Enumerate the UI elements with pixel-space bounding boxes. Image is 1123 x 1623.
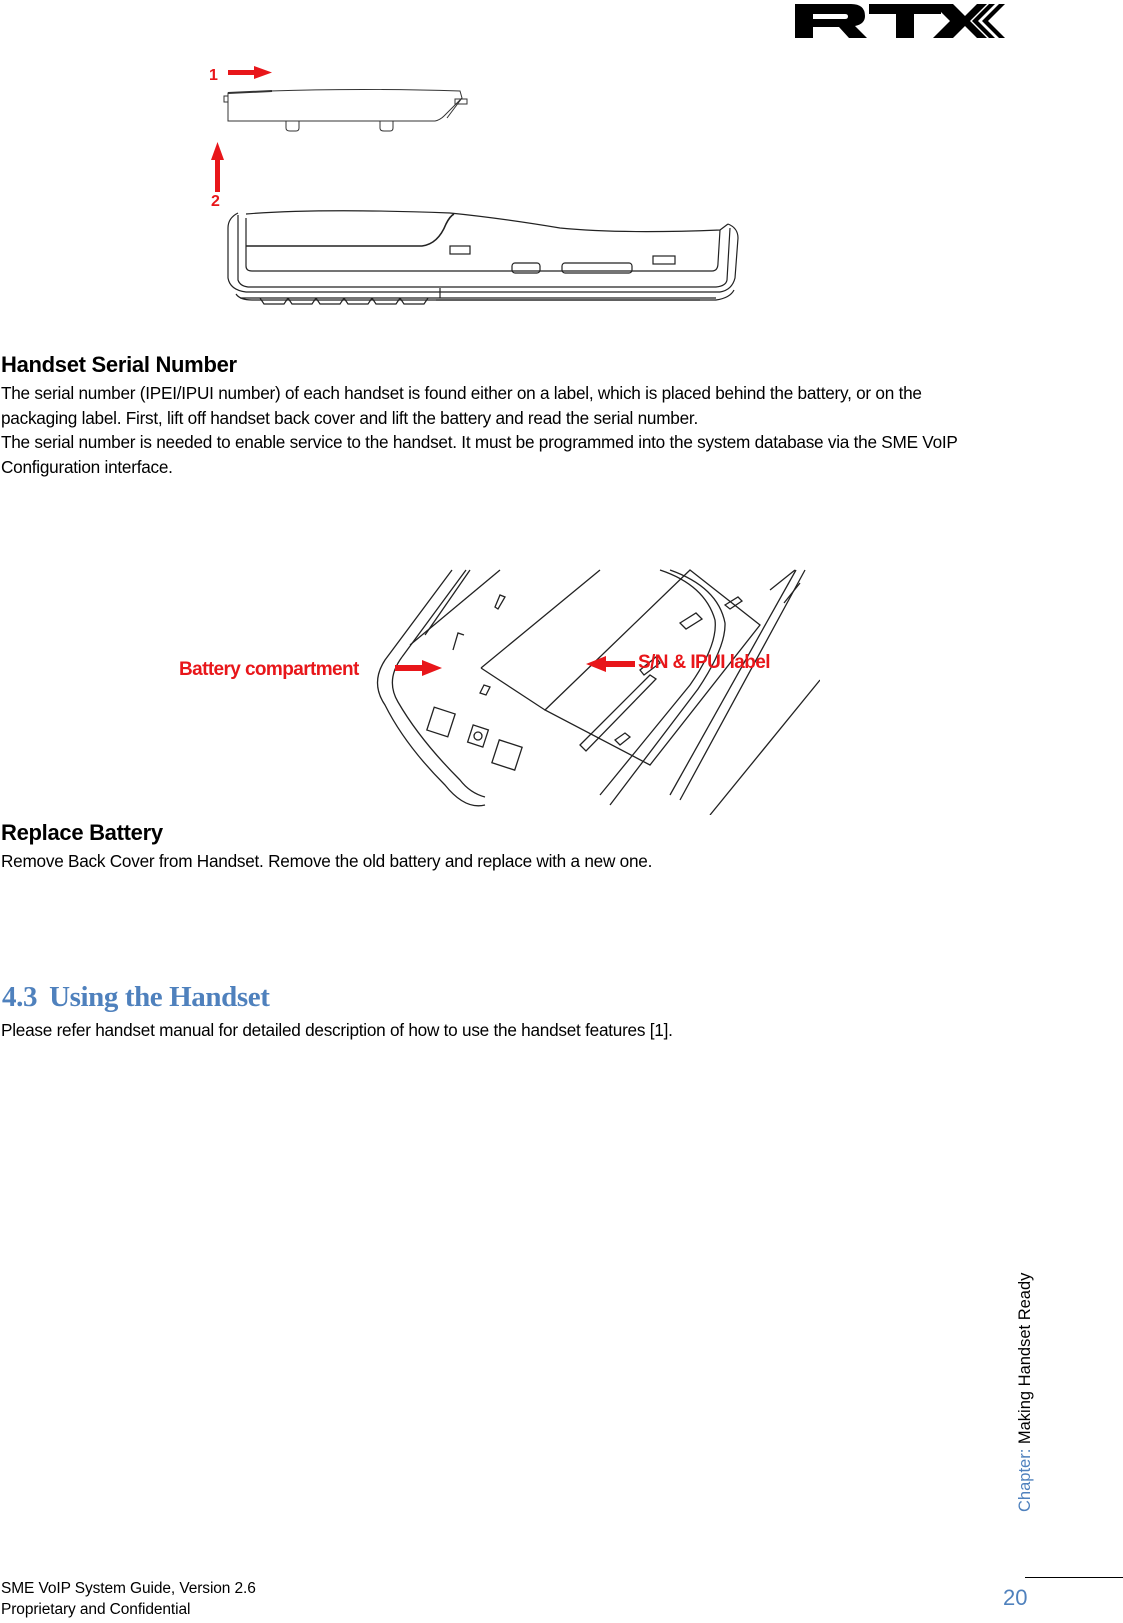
logo-letter-x bbox=[933, 4, 987, 38]
battery-compartment-label: Battery compartment bbox=[179, 659, 359, 680]
footer: SME VoIP System Guide, Version 2.6 Propr… bbox=[1, 1578, 256, 1620]
handset-side-view-drawing: 1 2 bbox=[209, 66, 739, 305]
handset-body-drawing bbox=[227, 210, 739, 305]
chapter-label: Chapter: bbox=[1016, 1448, 1034, 1512]
paragraph: The serial number (IPEI/IPUI number) of … bbox=[1, 383, 922, 428]
paragraph: Please refer handset manual for detailed… bbox=[1, 1020, 673, 1040]
arrow-up-icon bbox=[211, 142, 224, 192]
heading-handset-serial-number: Handset Serial Number bbox=[1, 352, 237, 377]
section-title: Using the Handset bbox=[49, 981, 270, 1013]
battery-compartment-drawing bbox=[376, 569, 821, 816]
logo-letter-t bbox=[869, 4, 941, 38]
back-cover-drawing bbox=[223, 89, 468, 132]
step-1-label: 1 bbox=[209, 67, 218, 84]
figure-cover-removal: 1 2 bbox=[200, 58, 760, 310]
using-handset-description: Please refer handset manual for detailed… bbox=[1, 1018, 991, 1043]
section-heading-4-3: 4.3 Using the Handset bbox=[2, 981, 270, 1014]
paragraph: Remove Back Cover from Handset. Remove t… bbox=[1, 851, 653, 871]
arrow-right-icon bbox=[395, 660, 442, 676]
footer-divider bbox=[1025, 1577, 1123, 1578]
serial-number-description: The serial number (IPEI/IPUI number) of … bbox=[1, 381, 991, 479]
heading-replace-battery: Replace Battery bbox=[1, 820, 163, 845]
footer-document-title: SME VoIP System Guide, Version 2.6 bbox=[1, 1580, 256, 1597]
section-number: 4.3 bbox=[2, 981, 38, 1013]
chapter-side-label: Chapter: Making Handset Ready bbox=[1016, 1273, 1035, 1512]
arrow-left-icon bbox=[586, 656, 635, 672]
logo-letter-r bbox=[795, 4, 867, 38]
rtx-logo: RTX bbox=[795, 4, 1005, 38]
sn-ipui-label: S/N & IPUI label bbox=[638, 652, 770, 673]
chapter-title: Making Handset Ready bbox=[1016, 1272, 1034, 1445]
replace-battery-description: Remove Back Cover from Handset. Remove t… bbox=[1, 849, 991, 874]
figure-battery-compartment: Battery compartment S/N & IPUI label bbox=[170, 565, 821, 816]
step-2-label: 2 bbox=[211, 193, 220, 210]
page-number: 20 bbox=[1003, 1585, 1028, 1610]
arrow-right-icon bbox=[228, 66, 272, 79]
footer-confidentiality: Proprietary and Confidential bbox=[1, 1601, 191, 1618]
paragraph: The serial number is needed to enable se… bbox=[1, 432, 958, 477]
